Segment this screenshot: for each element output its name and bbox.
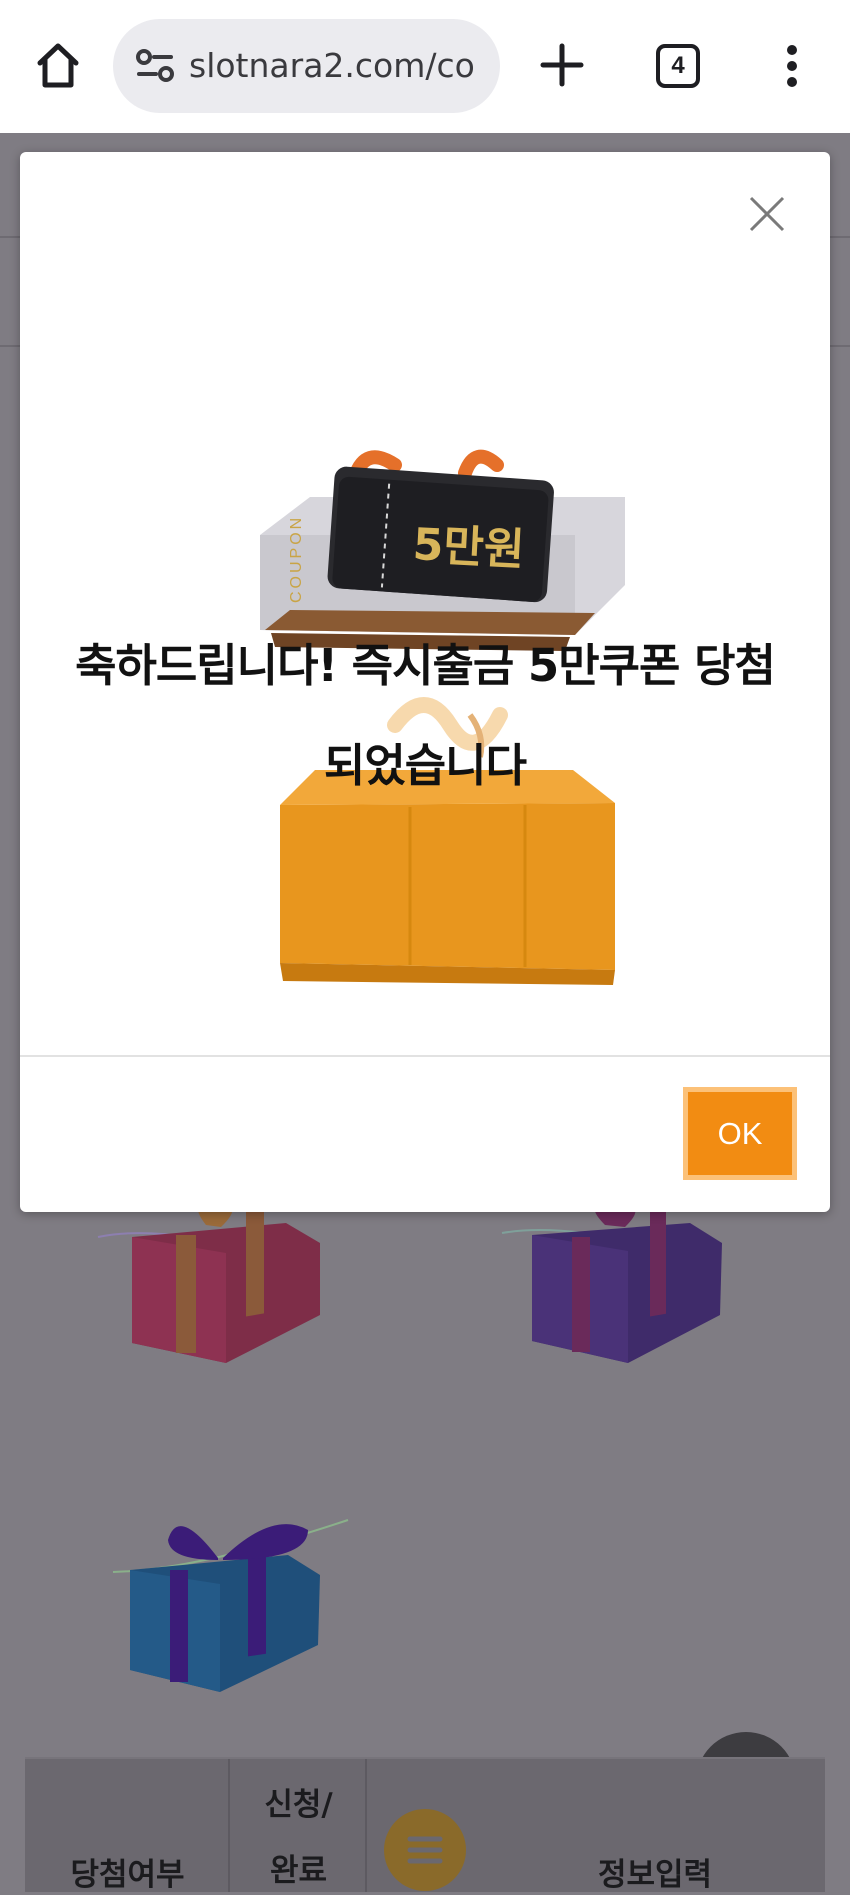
nav-info-input[interactable]: 정보입력 [485,1759,825,1893]
site-settings-icon[interactable] [135,48,175,84]
modal-footer-divider [20,1055,830,1057]
close-icon[interactable] [745,192,789,236]
nav-info-input-label: 정보입력 [597,1857,713,1893]
more-menu-icon[interactable] [780,44,804,88]
gift-box-purple[interactable] [500,1195,730,1365]
bottom-navigation: 당첨여부 신청/ 완료 정보입력 [25,1757,825,1893]
browser-toolbar: slotnara2.com/co 4 [0,0,850,133]
win-headline-line2: 되었습니다 [323,739,527,792]
coupon-win-modal: COUPON 5만원 축하드립니다! 즉시출금 5만쿠폰 당첨 되었습니다 OK [20,152,830,1212]
nav-apply-line2: 완료 [269,1853,328,1889]
coupon-value: 5만원 [411,519,526,576]
win-headline: 축하드립니다! 즉시출금 5만쿠폰 당첨 되었습니다 [20,616,830,816]
gift-box-red[interactable] [96,1195,326,1365]
nav-apply-line1: 신청/ [264,1787,333,1823]
ok-button[interactable]: OK [683,1087,797,1180]
url-text[interactable]: slotnara2.com/co [189,41,489,91]
win-headline-line1: 축하드립니다! 즉시출금 5만쿠폰 당첨 [75,639,776,692]
new-tab-icon[interactable] [537,40,587,90]
coupon-label: COUPON [288,514,305,603]
address-bar[interactable]: slotnara2.com/co [113,19,500,113]
nav-apply-complete[interactable]: 신청/ 완료 [230,1759,367,1892]
nav-win-status-label: 당첨여부 [70,1857,185,1893]
hamburger-icon[interactable] [384,1809,466,1891]
gift-box-blue[interactable] [108,1500,358,1700]
nav-win-status[interactable]: 당첨여부 [25,1759,230,1893]
tab-switcher-icon[interactable]: 4 [656,44,700,88]
home-icon[interactable] [28,35,88,95]
